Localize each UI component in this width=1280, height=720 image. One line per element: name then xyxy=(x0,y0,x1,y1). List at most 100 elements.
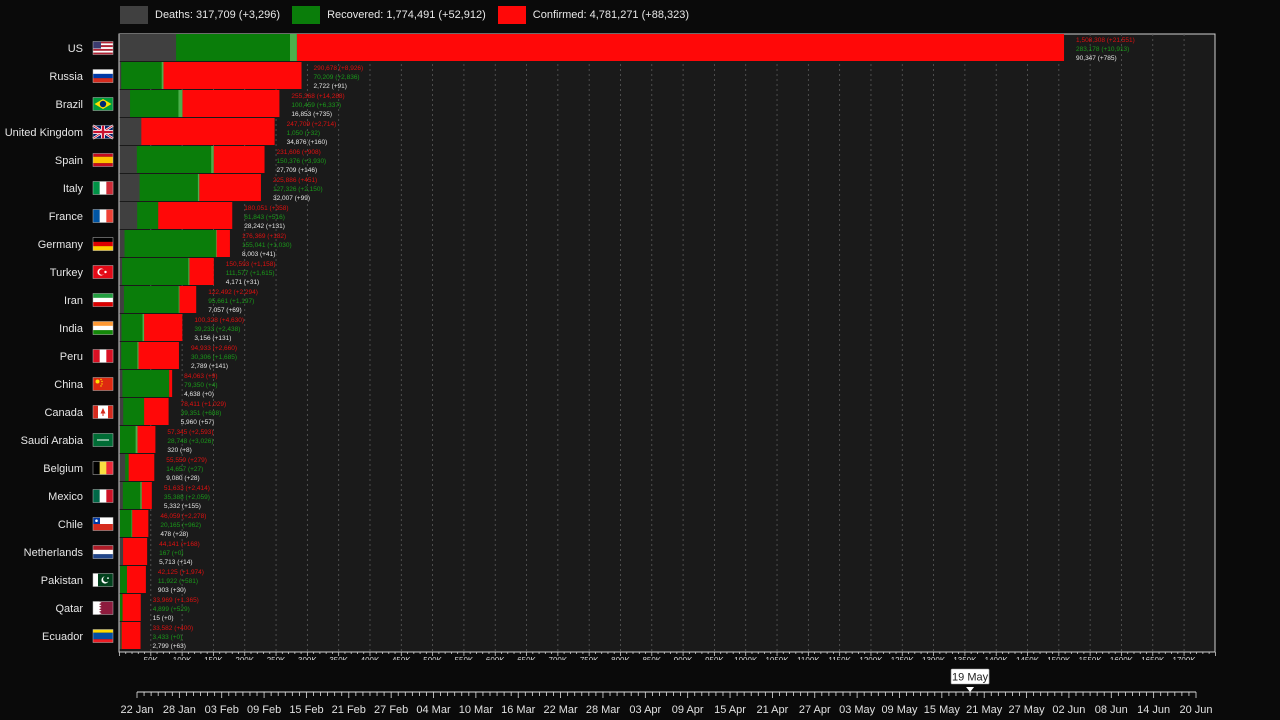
flag-icon xyxy=(92,265,114,279)
data-label-deaths: 7,057 (+69) xyxy=(208,307,241,314)
bar-deaths xyxy=(119,370,123,397)
country-label: Chile xyxy=(58,519,83,531)
data-label-recovered: 79,350 (+4) xyxy=(184,382,217,389)
bar-deaths xyxy=(119,118,142,145)
bar-deaths xyxy=(119,398,124,425)
data-label-deaths: 5,960 (+57) xyxy=(181,419,214,426)
flag-part xyxy=(93,209,100,223)
bar-deaths xyxy=(119,426,120,453)
timeline-date-label: 20 Jun xyxy=(1179,704,1212,716)
data-label-deaths: 2,789 (+141) xyxy=(191,363,228,370)
flag-icon xyxy=(92,573,114,587)
bar-deaths xyxy=(119,146,137,173)
bar-deaths xyxy=(119,258,123,285)
bar-recovered xyxy=(119,510,133,537)
data-label-confirmed: 78,411 (+1,029) xyxy=(181,401,227,408)
flag-part xyxy=(101,380,103,383)
data-label-recovered: 127,326 (+2,150) xyxy=(273,186,323,193)
current-date-label: 19 May xyxy=(952,672,989,684)
data-label-recovered: 167 (+0) xyxy=(159,550,183,557)
flag-part xyxy=(93,639,113,643)
data-label-recovered: 20,165 (+962) xyxy=(160,522,201,529)
flag-part xyxy=(93,632,113,640)
flag-part xyxy=(101,383,103,385)
bar-recovered xyxy=(119,370,170,397)
data-label-recovered: 30,306 (+1,685) xyxy=(191,354,237,361)
country-label: China xyxy=(54,379,84,391)
country-label: Peru xyxy=(60,351,83,363)
bar-recovered-new xyxy=(142,314,145,341)
data-label-deaths: 9,080 (+28) xyxy=(166,475,199,482)
timeline-date-label: 27 Feb xyxy=(374,704,408,716)
timeline-date-label: 15 May xyxy=(924,704,961,716)
timeline-date-label: 09 May xyxy=(881,704,918,716)
flag-part xyxy=(106,461,114,475)
flag-part xyxy=(99,349,107,363)
bar-confirmed xyxy=(119,594,141,621)
bar-recovered-new xyxy=(140,482,142,509)
flag-part xyxy=(106,349,114,363)
data-label-recovered: 28,748 (+3,026) xyxy=(167,438,213,445)
country-label: Qatar xyxy=(55,603,83,615)
bar-recovered-new xyxy=(215,230,217,257)
flag-part xyxy=(100,385,102,387)
flag-icon xyxy=(92,489,114,503)
data-label-confirmed: 255,368 (+14,288) xyxy=(291,93,344,100)
data-label-deaths: 32,007 (+99) xyxy=(273,195,310,202)
country-label: Russia xyxy=(49,71,84,83)
bar-recovered xyxy=(119,314,145,341)
flag-icon xyxy=(92,349,114,363)
bar-deaths xyxy=(119,90,131,117)
bar-recovered xyxy=(119,342,139,369)
timeline-date-label: 21 May xyxy=(966,704,1003,716)
data-label-confirmed: 122,492 (+2,294) xyxy=(208,289,258,296)
flag-part xyxy=(93,549,113,555)
timeline-slider-handle[interactable] xyxy=(966,687,975,692)
country-label: Pakistan xyxy=(41,575,83,587)
bar-recovered xyxy=(119,426,138,453)
data-label-deaths: 28,242 (+131) xyxy=(244,223,285,230)
bar-deaths xyxy=(119,342,122,369)
bar-recovered xyxy=(119,258,190,285)
flag-part xyxy=(99,269,105,275)
flag-icon xyxy=(92,181,114,195)
flag-part xyxy=(93,601,102,615)
flag-part xyxy=(93,156,113,164)
timeline-date-label: 09 Apr xyxy=(672,704,704,716)
flag-icon xyxy=(92,209,114,223)
data-label-recovered: 150,376 (+3,930) xyxy=(277,158,327,165)
country-label: India xyxy=(59,323,84,335)
flag-icon xyxy=(92,405,114,419)
plot-area xyxy=(118,33,1216,653)
bar-deaths xyxy=(119,538,124,565)
flag-part xyxy=(108,405,113,419)
flag-part xyxy=(93,297,113,303)
flag-part xyxy=(93,130,113,134)
bar-deaths xyxy=(119,482,123,509)
timeline-date-label: 21 Feb xyxy=(332,704,366,716)
bar-deaths xyxy=(119,286,124,313)
flag-part xyxy=(93,69,113,75)
bar-deaths xyxy=(119,510,120,537)
bar-recovered-new xyxy=(178,286,180,313)
bar-recovered xyxy=(119,286,180,313)
flag-part xyxy=(93,554,113,559)
country-label: Ecuador xyxy=(42,631,83,643)
bar-deaths xyxy=(119,314,122,341)
bar-deaths xyxy=(119,594,120,621)
data-label-confirmed: 42,125 (+1,974) xyxy=(158,569,204,576)
timeline-date-label: 16 Mar xyxy=(501,704,536,716)
bar-recovered xyxy=(119,62,164,89)
data-label-deaths: 478 (+28) xyxy=(160,531,188,538)
bar-recovered-new xyxy=(137,342,139,369)
bar-recovered xyxy=(119,566,127,593)
data-label-deaths: 2,722 (+91) xyxy=(314,83,347,90)
flag-icon xyxy=(92,41,114,55)
data-label-deaths: 4,171 (+31) xyxy=(226,279,259,286)
flag-part xyxy=(106,181,114,195)
country-label: France xyxy=(49,211,83,223)
bar-deaths xyxy=(119,454,126,481)
date-timeline[interactable]: 22 Jan 28 Jan 03 Feb 09 Feb 15 Feb 21 Feb 27 F… xyxy=(0,660,1280,720)
data-label-deaths: 5,332 (+155) xyxy=(164,503,201,510)
flag-icon xyxy=(92,601,114,615)
